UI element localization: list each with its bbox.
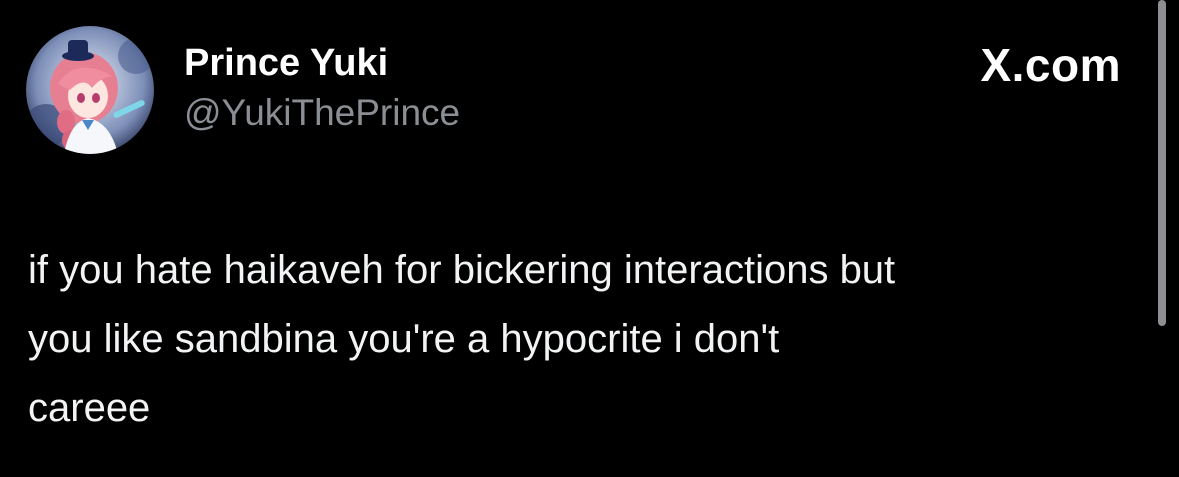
anime-character-avatar-icon [26, 26, 154, 154]
avatar[interactable] [26, 26, 154, 154]
author-display-name[interactable]: Prince Yuki [184, 40, 460, 86]
author-info: Prince Yuki @YukiThePrince [184, 40, 460, 136]
scrollbar[interactable] [1158, 0, 1166, 326]
author-handle[interactable]: @YukiThePrince [184, 90, 460, 136]
tweet-line: careee [28, 386, 151, 430]
tweet-text: if you hate haikaveh for bickering inter… [28, 236, 1153, 443]
tweet-line: you like sandbina you're a hypocrite i d… [28, 317, 780, 361]
tweet-line: if you hate haikaveh for bickering inter… [28, 248, 896, 292]
site-logo: X.com [980, 39, 1121, 91]
